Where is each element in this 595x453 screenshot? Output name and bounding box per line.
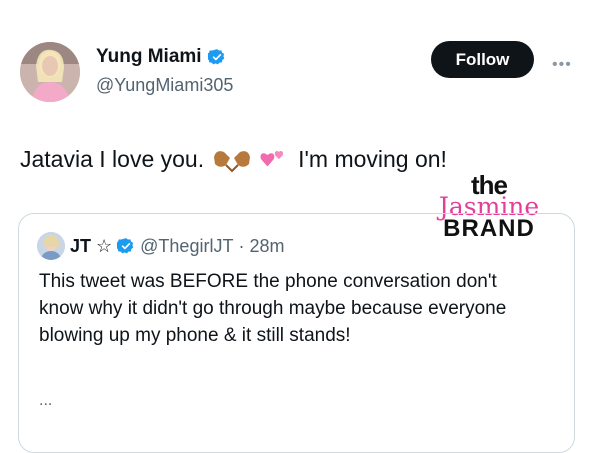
quoted-author-handle[interactable]: @ThegirlJT xyxy=(140,236,233,257)
ellipsis-icon[interactable]: ••• xyxy=(552,56,572,74)
author-name-row: Yung Miami xyxy=(96,46,226,68)
quoted-avatar-photo xyxy=(37,232,65,260)
star-icon: ☆ xyxy=(96,235,113,256)
verified-badge-icon xyxy=(117,238,134,254)
author-avatar[interactable] xyxy=(20,42,80,102)
follow-button[interactable]: Follow xyxy=(431,41,534,78)
tweet-text-part-1: Jatavia I love you. xyxy=(20,146,205,172)
author-handle[interactable]: @YungMiami305 xyxy=(96,75,233,96)
verified-badge-icon xyxy=(207,49,224,65)
author-display-name[interactable]: Yung Miami xyxy=(96,46,202,68)
tweet-text: Jatavia I love you. I'm moving on! xyxy=(20,146,447,173)
avatar-photo xyxy=(20,42,80,102)
heart-hands-icon xyxy=(214,150,251,172)
quoted-author-avatar[interactable] xyxy=(37,232,65,260)
quoted-tweet-header: JT ☆ @ThegirlJT · 28m xyxy=(37,232,284,260)
quoted-tweet[interactable]: JT ☆ @ThegirlJT · 28m This tweet was BEF… xyxy=(18,213,575,453)
quoted-tweet-text: This tweet was BEFORE the phone conversa… xyxy=(39,271,507,346)
quoted-tweet-time: · 28m xyxy=(238,235,285,256)
two-hearts-icon xyxy=(260,150,284,167)
quoted-author-name[interactable]: JT xyxy=(70,236,91,257)
quoted-tweet-ellipsis: ... xyxy=(39,392,53,409)
tweet-text-part-2: I'm moving on! xyxy=(298,146,447,172)
